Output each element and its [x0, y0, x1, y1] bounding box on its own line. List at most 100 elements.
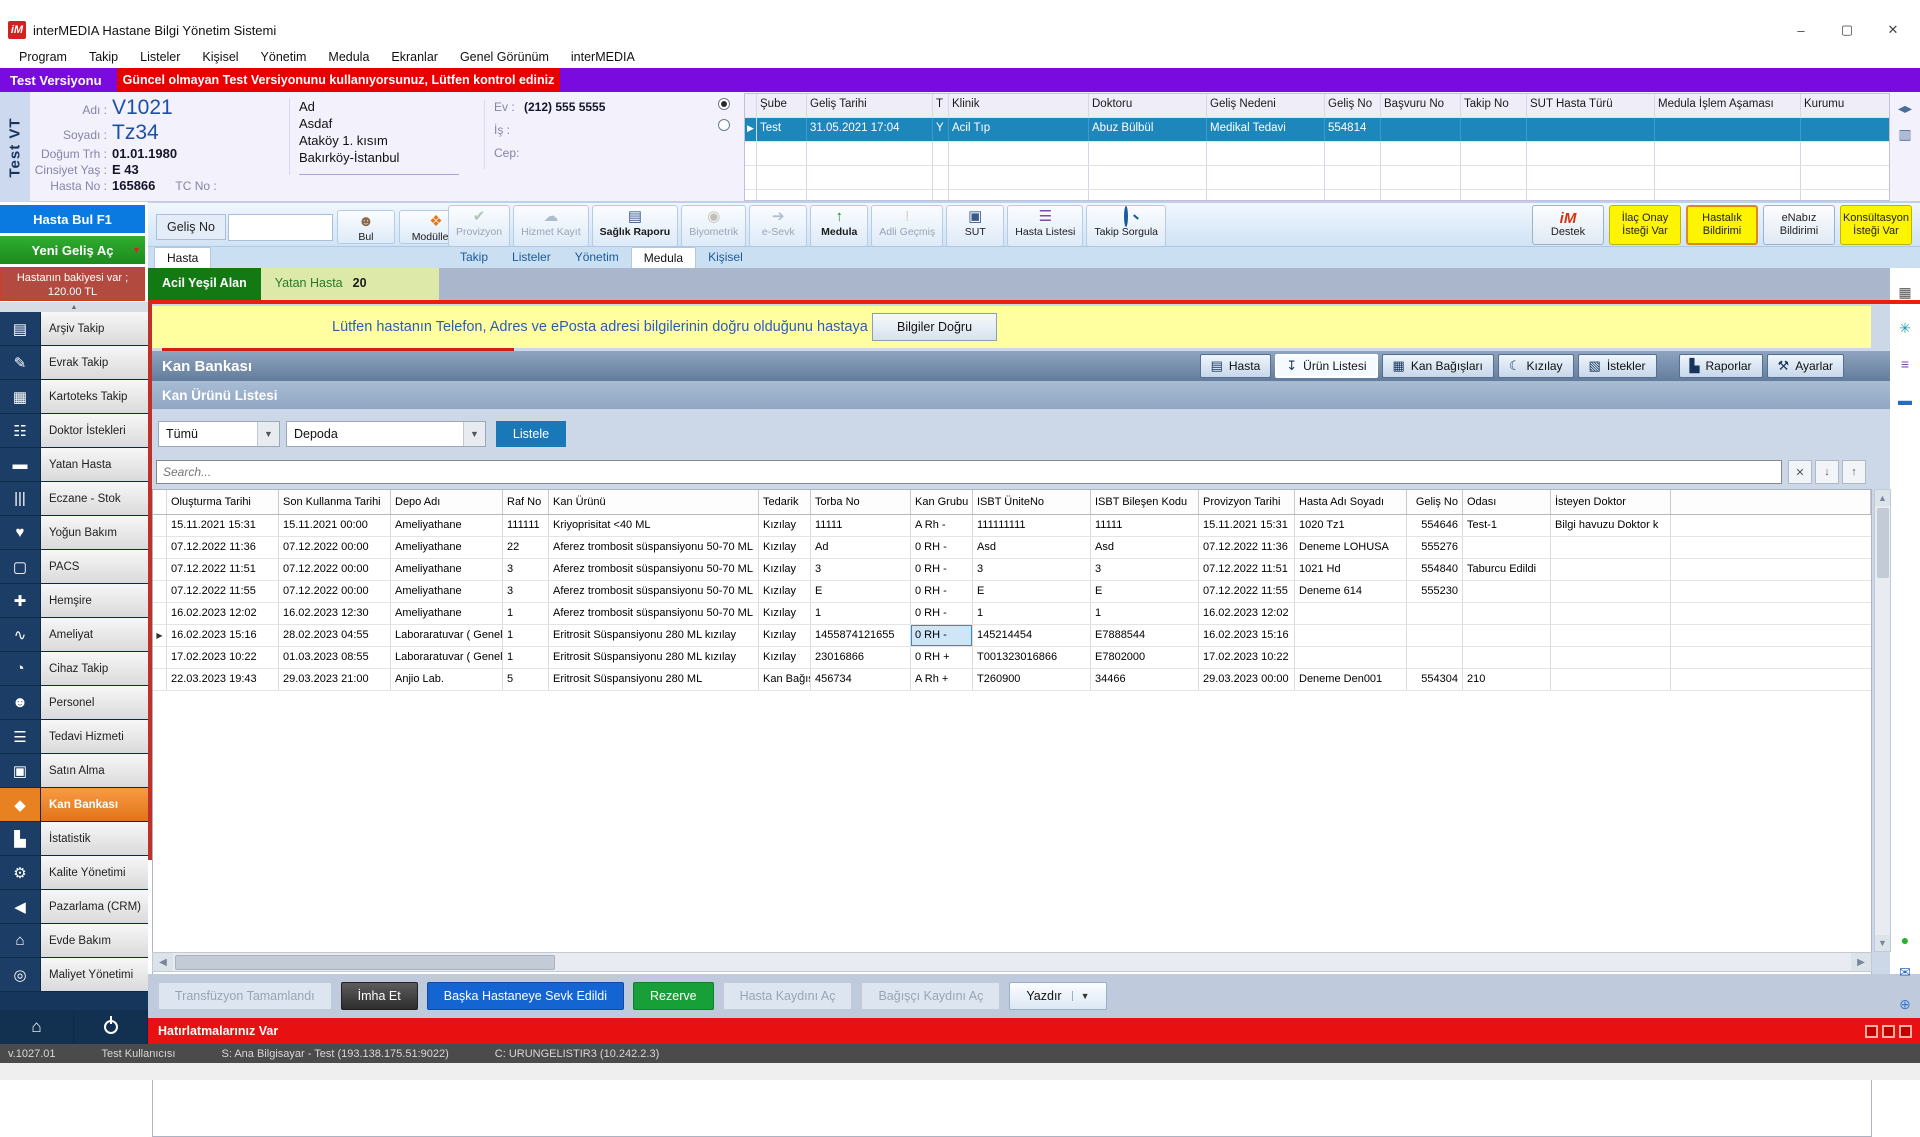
grid-col-header[interactable]: Oluşturma Tarihi — [167, 490, 279, 514]
minimize-button[interactable]: – — [1778, 14, 1824, 46]
sidebar-item-pazarlama-crm-[interactable]: ◀ Pazarlama (CRM) — [0, 890, 148, 924]
copy-page-icon[interactable]: ▥ — [1893, 122, 1917, 146]
grid-col-header[interactable]: Depo Adı — [391, 490, 503, 514]
vscroll-thumb[interactable] — [1877, 508, 1889, 578]
vertical-scrollbar[interactable]: ▲ ▼ — [1874, 489, 1891, 952]
mail-icon[interactable]: ✉ — [1893, 960, 1917, 984]
grid-row[interactable]: 07.12.2022 11:55 07.12.2022 00:00 Ameliyat… — [153, 581, 1871, 603]
kızılay-button[interactable]: ☾ Kızılay — [1497, 354, 1574, 378]
yazdır-button[interactable]: Yazdır ▼ — [1009, 982, 1107, 1010]
grid-col-header[interactable]: Son Kullanma Tarihi — [279, 490, 391, 514]
sidebar-item-cihaz-takip[interactable]: ◔ Cihaz Takip — [0, 652, 148, 686]
sidebar-item-i-statistik[interactable]: ▙ İstatistik — [0, 822, 148, 856]
sidebar-item-tedavi-hizmeti[interactable]: ☰ Tedavi Hizmeti — [0, 720, 148, 754]
find-patient-button[interactable]: Hasta Bul F1 — [0, 205, 145, 233]
grid-col-header[interactable]: Hasta Adı Soyadı — [1295, 490, 1407, 514]
tab-kişisel[interactable]: Kişisel — [696, 247, 755, 269]
clear-search-icon[interactable]: ✕ — [1788, 460, 1812, 484]
i̇stekler-button[interactable]: ▧ İstekler — [1577, 354, 1657, 378]
takip-sorgula-button[interactable]: Takip Sorgula — [1086, 205, 1166, 247]
search-down-icon[interactable]: ↓ — [1815, 460, 1839, 484]
grid-row[interactable]: 07.12.2022 11:36 07.12.2022 00:00 Ameliyat… — [153, 537, 1871, 559]
menu-listeler[interactable]: Listeler — [129, 48, 191, 66]
e-sevk-button[interactable]: ➔ e-Sevk — [749, 205, 808, 247]
grid-row[interactable]: 22.03.2023 19:43 29.03.2023 21:00 Anjio La… — [153, 669, 1871, 691]
intermedia-support-button[interactable]: iM Destek — [1532, 205, 1604, 245]
kan-bağışları-button[interactable]: ▦ Kan Bağışları — [1381, 354, 1494, 378]
biyometrik-button[interactable]: ◉ Biyometrik — [681, 205, 747, 247]
rezerve-button[interactable]: Rezerve — [633, 982, 714, 1010]
grid-col-header[interactable]: Tedarik — [759, 490, 811, 514]
calc-grid-icon[interactable]: ▦ — [1893, 280, 1917, 304]
bilgiler-dogru-button[interactable]: Bilgiler Doğru — [872, 313, 997, 341]
medula-button[interactable]: ↑ Medula — [810, 205, 869, 247]
nav-arrows-icon[interactable]: ◂▸ — [1893, 96, 1917, 120]
horizontal-scrollbar[interactable]: ◀ ▶ — [152, 952, 1872, 972]
sidebar-item-pacs[interactable]: ▢ PACS — [0, 550, 148, 584]
sidebar-item-doktor-i-stekleri[interactable]: ☷ Doktor İstekleri — [0, 414, 148, 448]
menu-medula[interactable]: Medula — [317, 48, 380, 66]
grid-col-header[interactable]: Provizyon Tarihi — [1199, 490, 1295, 514]
raporlar-button[interactable]: ▙ Raporlar — [1678, 354, 1763, 378]
sut-button[interactable]: ▣ SUT — [946, 205, 1005, 247]
tab-yönetim[interactable]: Yönetim — [563, 247, 631, 269]
adli-geçmiş-button[interactable]: ! Adli Geçmiş — [871, 205, 944, 247]
new-visit-button[interactable]: Yeni Geliş Aç ▼ — [0, 236, 145, 264]
tab-acil-yesil-alan[interactable]: Acil Yeşil Alan — [148, 268, 261, 300]
menu-ekranlar[interactable]: Ekranlar — [380, 48, 449, 66]
menu-kişisel[interactable]: Kişisel — [191, 48, 249, 66]
search-input[interactable] — [156, 460, 1782, 484]
başka-hastaneye-sevk-edildi-button[interactable]: Başka Hastaneye Sevk Edildi — [426, 982, 625, 1010]
grid-col-header[interactable]: Raf No — [503, 490, 549, 514]
grid-row[interactable]: 17.02.2023 10:22 01.03.2023 08:55 Laborara… — [153, 647, 1871, 669]
sidebar-item-evde-bakım[interactable]: ⌂ Evde Bakım — [0, 924, 148, 958]
scroll-right-icon[interactable]: ▶ — [1851, 953, 1871, 971]
list-strip-icon[interactable]: ≡ — [1893, 352, 1917, 376]
sidebar-item-kalite-yönetimi[interactable]: ⚙ Kalite Yönetimi — [0, 856, 148, 890]
sidebar-item-arşiv-takip[interactable]: ▤ Arşiv Takip — [0, 312, 148, 346]
drug-approval-button[interactable]: İlaç Onay İsteği Var — [1609, 205, 1681, 245]
search-up-icon[interactable]: ↑ — [1842, 460, 1866, 484]
sidebar-item-hemşire[interactable]: ✚ Hemşire — [0, 584, 148, 618]
home-button[interactable]: ⌂ — [0, 1010, 74, 1044]
tab-listeler[interactable]: Listeler — [500, 247, 563, 269]
sidebar-item-kan-bankası[interactable]: ◆ Kan Bankası — [0, 788, 148, 822]
sidebar-item-evrak-takip[interactable]: ✎ Evrak Takip — [0, 346, 148, 380]
scroll-down-icon[interactable]: ▼ — [1875, 935, 1890, 951]
sparkle-icon[interactable]: ✳ — [1893, 316, 1917, 340]
tab-takip[interactable]: Takip — [448, 247, 500, 269]
sidebar-item-eczane-stok[interactable]: ||| Eczane - Stok — [0, 482, 148, 516]
tab-medula[interactable]: Medula — [630, 247, 697, 269]
sidebar-scroll-up-icon[interactable]: ▲ — [0, 302, 148, 312]
grid-col-header[interactable]: ISBT ÜniteNo — [973, 490, 1091, 514]
grid-row[interactable]: 15.11.2021 15:31 15.11.2021 00:00 Ameliyat… — [153, 515, 1871, 537]
grid-row[interactable]: ▶ 16.02.2023 15:16 28.02.2023 04:55 Laborar… — [153, 625, 1871, 647]
power-button[interactable] — [74, 1010, 148, 1044]
menu-program[interactable]: Program — [8, 48, 78, 66]
provizyon-button[interactable]: ✔ Provizyon — [448, 205, 511, 247]
grid-row[interactable]: 16.02.2023 12:02 16.02.2023 12:30 Ameliyat… — [153, 603, 1871, 625]
scroll-left-icon[interactable]: ◀ — [153, 953, 173, 971]
grid-col-header[interactable]: Geliş No — [1407, 490, 1463, 514]
globe-icon[interactable]: ⊕ — [1893, 992, 1917, 1016]
print-dropdown-icon[interactable]: ▼ — [1071, 991, 1090, 1001]
close-button[interactable]: ✕ — [1870, 14, 1916, 46]
menu-genel-görünüm[interactable]: Genel Görünüm — [449, 48, 560, 66]
gelisno-input[interactable] — [227, 213, 333, 241]
menu-takip[interactable]: Takip — [78, 48, 129, 66]
grid-col-header[interactable]: ISBT Bileşen Kodu — [1091, 490, 1199, 514]
sidebar-item-yoğun-bakım[interactable]: ♥ Yoğun Bakım — [0, 516, 148, 550]
menu-yönetim[interactable]: Yönetim — [250, 48, 318, 66]
scroll-up-icon[interactable]: ▲ — [1875, 490, 1890, 506]
grid-col-header[interactable]: Torba No — [811, 490, 911, 514]
visit-radio-selected[interactable] — [718, 98, 730, 110]
sidebar-item-satın-alma[interactable]: ▣ Satın Alma — [0, 754, 148, 788]
visit-row-selected[interactable]: ▶ Test 31.05.2021 17:04 Y Acil Tıp Abuz Bülbü… — [745, 118, 1889, 142]
i-mha-et-button[interactable]: İmha Et — [340, 982, 418, 1010]
online-status-icon[interactable]: ● — [1893, 928, 1917, 952]
listele-button[interactable]: Listele — [496, 421, 566, 447]
maximize-button[interactable]: ▢ — [1824, 14, 1870, 46]
sidebar-item-personel[interactable]: ☻ Personel — [0, 686, 148, 720]
hasta-listesi-button[interactable]: ☰ Hasta Listesi — [1007, 205, 1084, 247]
ayarlar-button[interactable]: ⚒ Ayarlar — [1766, 354, 1844, 378]
